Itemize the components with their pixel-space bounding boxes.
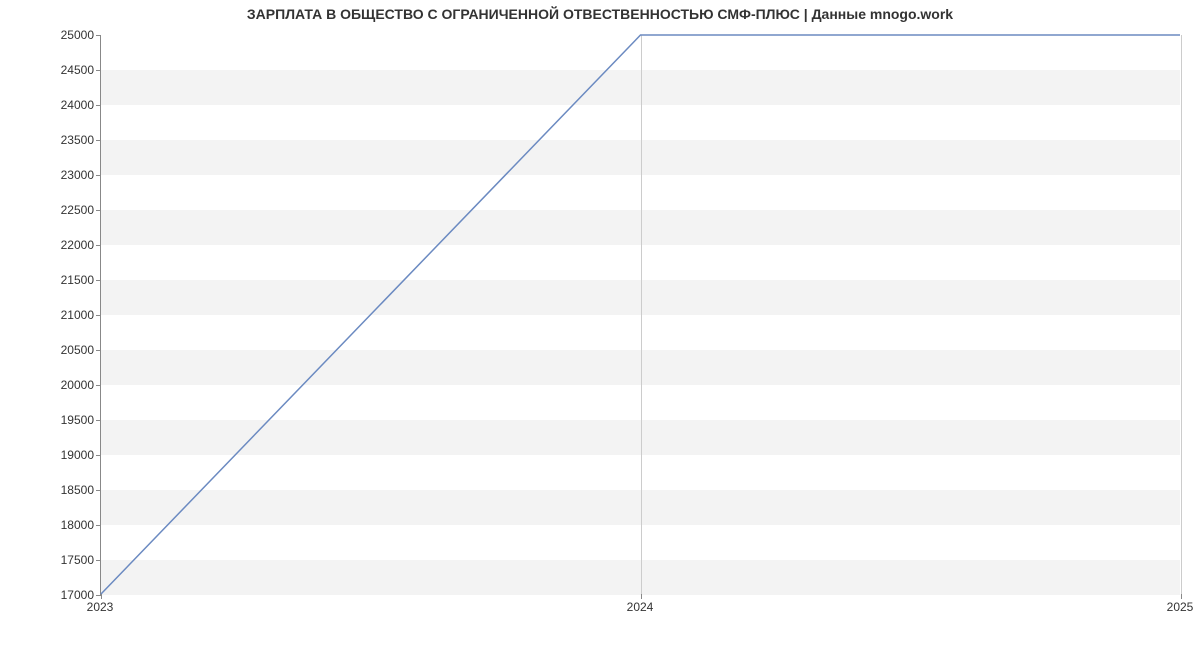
x-tick-label: 2024: [627, 600, 654, 614]
x-tick-label: 2025: [1167, 600, 1194, 614]
x-tick-mark: [101, 594, 102, 599]
y-tick-label: 19000: [34, 448, 94, 462]
y-tick-label: 17500: [34, 553, 94, 567]
y-tick-label: 20500: [34, 343, 94, 357]
y-tick-label: 22000: [34, 238, 94, 252]
x-tick-mark: [1181, 594, 1182, 599]
plot-area: [100, 35, 1180, 595]
chart-container: ЗАРПЛАТА В ОБЩЕСТВО С ОГРАНИЧЕННОЙ ОТВЕС…: [0, 0, 1200, 650]
y-tick-label: 17000: [34, 588, 94, 602]
data-line: [101, 35, 1180, 594]
x-tick-mark: [641, 594, 642, 599]
x-grid-line: [1181, 35, 1182, 594]
x-tick-label: 2023: [87, 600, 114, 614]
y-tick-label: 18500: [34, 483, 94, 497]
y-tick-label: 20000: [34, 378, 94, 392]
chart-title: ЗАРПЛАТА В ОБЩЕСТВО С ОГРАНИЧЕННОЙ ОТВЕС…: [0, 6, 1200, 22]
y-tick-label: 23500: [34, 133, 94, 147]
line-series: [101, 35, 1180, 594]
y-tick-label: 24000: [34, 98, 94, 112]
y-tick-label: 22500: [34, 203, 94, 217]
y-tick-label: 19500: [34, 413, 94, 427]
y-tick-label: 25000: [34, 28, 94, 42]
y-tick-label: 18000: [34, 518, 94, 532]
y-tick-label: 21000: [34, 308, 94, 322]
y-tick-label: 21500: [34, 273, 94, 287]
y-tick-label: 23000: [34, 168, 94, 182]
y-tick-label: 24500: [34, 63, 94, 77]
